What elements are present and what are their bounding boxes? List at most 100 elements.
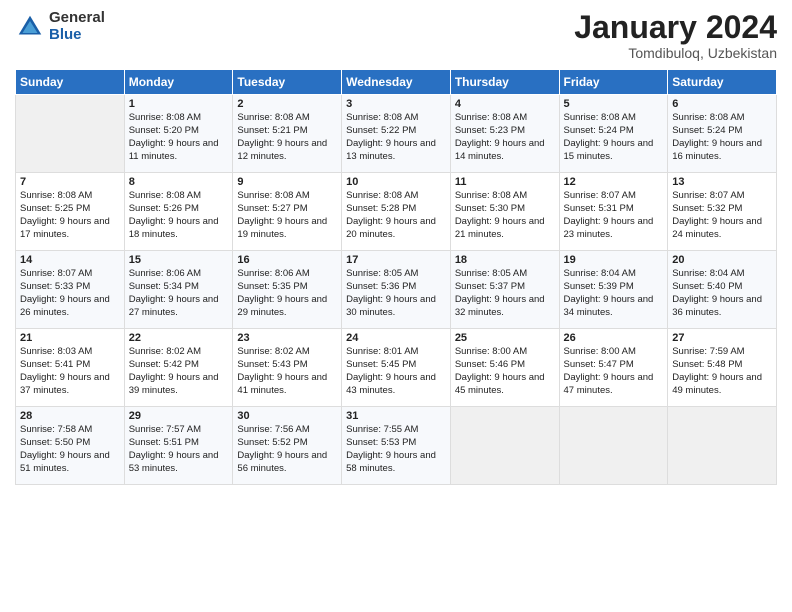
sunset: Sunset: 5:37 PM [455, 281, 555, 294]
daylight: Daylight: 9 hours and 45 minutes. [455, 372, 555, 398]
daylight: Daylight: 9 hours and 43 minutes. [346, 372, 446, 398]
daylight: Daylight: 9 hours and 27 minutes. [129, 294, 229, 320]
daylight: Daylight: 9 hours and 24 minutes. [672, 216, 772, 242]
sunrise: Sunrise: 8:07 AM [20, 268, 120, 281]
calendar-cell [668, 407, 777, 485]
day-number: 27 [672, 332, 772, 344]
calendar-cell: 3 Sunrise: 8:08 AM Sunset: 5:22 PM Dayli… [342, 95, 451, 173]
daylight: Daylight: 9 hours and 16 minutes. [672, 138, 772, 164]
daylight: Daylight: 9 hours and 49 minutes. [672, 372, 772, 398]
daylight: Daylight: 9 hours and 53 minutes. [129, 450, 229, 476]
cell-content: Sunrise: 7:57 AM Sunset: 5:51 PM Dayligh… [129, 424, 229, 475]
sunset: Sunset: 5:28 PM [346, 203, 446, 216]
sunrise: Sunrise: 8:08 AM [455, 190, 555, 203]
day-number: 24 [346, 332, 446, 344]
calendar-table: Sunday Monday Tuesday Wednesday Thursday… [15, 69, 777, 485]
sunset: Sunset: 5:33 PM [20, 281, 120, 294]
sunset: Sunset: 5:46 PM [455, 359, 555, 372]
day-number: 3 [346, 98, 446, 110]
day-number: 21 [20, 332, 120, 344]
calendar-cell: 9 Sunrise: 8:08 AM Sunset: 5:27 PM Dayli… [233, 173, 342, 251]
sunset: Sunset: 5:24 PM [564, 125, 664, 138]
calendar-page: General Blue January 2024 Tomdibuloq, Uz… [0, 0, 792, 612]
day-number: 26 [564, 332, 664, 344]
calendar-cell: 21 Sunrise: 8:03 AM Sunset: 5:41 PM Dayl… [16, 329, 125, 407]
daylight: Daylight: 9 hours and 15 minutes. [564, 138, 664, 164]
day-number: 10 [346, 176, 446, 188]
day-number: 12 [564, 176, 664, 188]
col-monday: Monday [124, 70, 233, 95]
sunrise: Sunrise: 8:07 AM [672, 190, 772, 203]
calendar-cell: 23 Sunrise: 8:02 AM Sunset: 5:43 PM Dayl… [233, 329, 342, 407]
sunrise: Sunrise: 8:06 AM [237, 268, 337, 281]
sunset: Sunset: 5:25 PM [20, 203, 120, 216]
logo-general: General [49, 10, 105, 27]
calendar-cell: 27 Sunrise: 7:59 AM Sunset: 5:48 PM Dayl… [668, 329, 777, 407]
cell-content: Sunrise: 8:04 AM Sunset: 5:39 PM Dayligh… [564, 268, 664, 319]
daylight: Daylight: 9 hours and 37 minutes. [20, 372, 120, 398]
sunset: Sunset: 5:34 PM [129, 281, 229, 294]
logo-text: General Blue [49, 10, 105, 43]
month-title: January 2024 [574, 10, 777, 45]
cell-content: Sunrise: 8:06 AM Sunset: 5:34 PM Dayligh… [129, 268, 229, 319]
calendar-cell: 14 Sunrise: 8:07 AM Sunset: 5:33 PM Dayl… [16, 251, 125, 329]
col-tuesday: Tuesday [233, 70, 342, 95]
day-number: 13 [672, 176, 772, 188]
calendar-week-2: 7 Sunrise: 8:08 AM Sunset: 5:25 PM Dayli… [16, 173, 777, 251]
daylight: Daylight: 9 hours and 18 minutes. [129, 216, 229, 242]
sunrise: Sunrise: 8:08 AM [346, 112, 446, 125]
cell-content: Sunrise: 8:01 AM Sunset: 5:45 PM Dayligh… [346, 346, 446, 397]
sunrise: Sunrise: 8:08 AM [129, 112, 229, 125]
day-number: 28 [20, 410, 120, 422]
cell-content: Sunrise: 8:00 AM Sunset: 5:47 PM Dayligh… [564, 346, 664, 397]
calendar-cell: 2 Sunrise: 8:08 AM Sunset: 5:21 PM Dayli… [233, 95, 342, 173]
calendar-cell [450, 407, 559, 485]
sunrise: Sunrise: 8:04 AM [564, 268, 664, 281]
day-number: 14 [20, 254, 120, 266]
sunrise: Sunrise: 8:08 AM [564, 112, 664, 125]
sunrise: Sunrise: 7:56 AM [237, 424, 337, 437]
daylight: Daylight: 9 hours and 39 minutes. [129, 372, 229, 398]
calendar-cell: 4 Sunrise: 8:08 AM Sunset: 5:23 PM Dayli… [450, 95, 559, 173]
day-number: 11 [455, 176, 555, 188]
calendar-cell: 1 Sunrise: 8:08 AM Sunset: 5:20 PM Dayli… [124, 95, 233, 173]
daylight: Daylight: 9 hours and 32 minutes. [455, 294, 555, 320]
cell-content: Sunrise: 8:08 AM Sunset: 5:30 PM Dayligh… [455, 190, 555, 241]
sunrise: Sunrise: 8:07 AM [564, 190, 664, 203]
daylight: Daylight: 9 hours and 11 minutes. [129, 138, 229, 164]
sunset: Sunset: 5:22 PM [346, 125, 446, 138]
calendar-cell [16, 95, 125, 173]
calendar-cell: 30 Sunrise: 7:56 AM Sunset: 5:52 PM Dayl… [233, 407, 342, 485]
day-number: 20 [672, 254, 772, 266]
sunset: Sunset: 5:39 PM [564, 281, 664, 294]
sunrise: Sunrise: 8:04 AM [672, 268, 772, 281]
cell-content: Sunrise: 8:07 AM Sunset: 5:32 PM Dayligh… [672, 190, 772, 241]
daylight: Daylight: 9 hours and 36 minutes. [672, 294, 772, 320]
calendar-cell: 25 Sunrise: 8:00 AM Sunset: 5:46 PM Dayl… [450, 329, 559, 407]
sunrise: Sunrise: 8:08 AM [455, 112, 555, 125]
sunrise: Sunrise: 8:00 AM [455, 346, 555, 359]
daylight: Daylight: 9 hours and 14 minutes. [455, 138, 555, 164]
daylight: Daylight: 9 hours and 41 minutes. [237, 372, 337, 398]
cell-content: Sunrise: 8:04 AM Sunset: 5:40 PM Dayligh… [672, 268, 772, 319]
calendar-cell: 24 Sunrise: 8:01 AM Sunset: 5:45 PM Dayl… [342, 329, 451, 407]
sunrise: Sunrise: 7:59 AM [672, 346, 772, 359]
calendar-cell: 5 Sunrise: 8:08 AM Sunset: 5:24 PM Dayli… [559, 95, 668, 173]
cell-content: Sunrise: 8:08 AM Sunset: 5:21 PM Dayligh… [237, 112, 337, 163]
daylight: Daylight: 9 hours and 58 minutes. [346, 450, 446, 476]
day-number: 19 [564, 254, 664, 266]
cell-content: Sunrise: 8:08 AM Sunset: 5:28 PM Dayligh… [346, 190, 446, 241]
header: General Blue January 2024 Tomdibuloq, Uz… [15, 10, 777, 61]
sunset: Sunset: 5:50 PM [20, 437, 120, 450]
day-number: 5 [564, 98, 664, 110]
day-number: 31 [346, 410, 446, 422]
sunset: Sunset: 5:24 PM [672, 125, 772, 138]
daylight: Daylight: 9 hours and 12 minutes. [237, 138, 337, 164]
calendar-cell: 7 Sunrise: 8:08 AM Sunset: 5:25 PM Dayli… [16, 173, 125, 251]
col-wednesday: Wednesday [342, 70, 451, 95]
sunrise: Sunrise: 8:05 AM [455, 268, 555, 281]
calendar-cell: 12 Sunrise: 8:07 AM Sunset: 5:31 PM Dayl… [559, 173, 668, 251]
calendar-cell [559, 407, 668, 485]
cell-content: Sunrise: 8:05 AM Sunset: 5:36 PM Dayligh… [346, 268, 446, 319]
location: Tomdibuloq, Uzbekistan [574, 45, 777, 61]
